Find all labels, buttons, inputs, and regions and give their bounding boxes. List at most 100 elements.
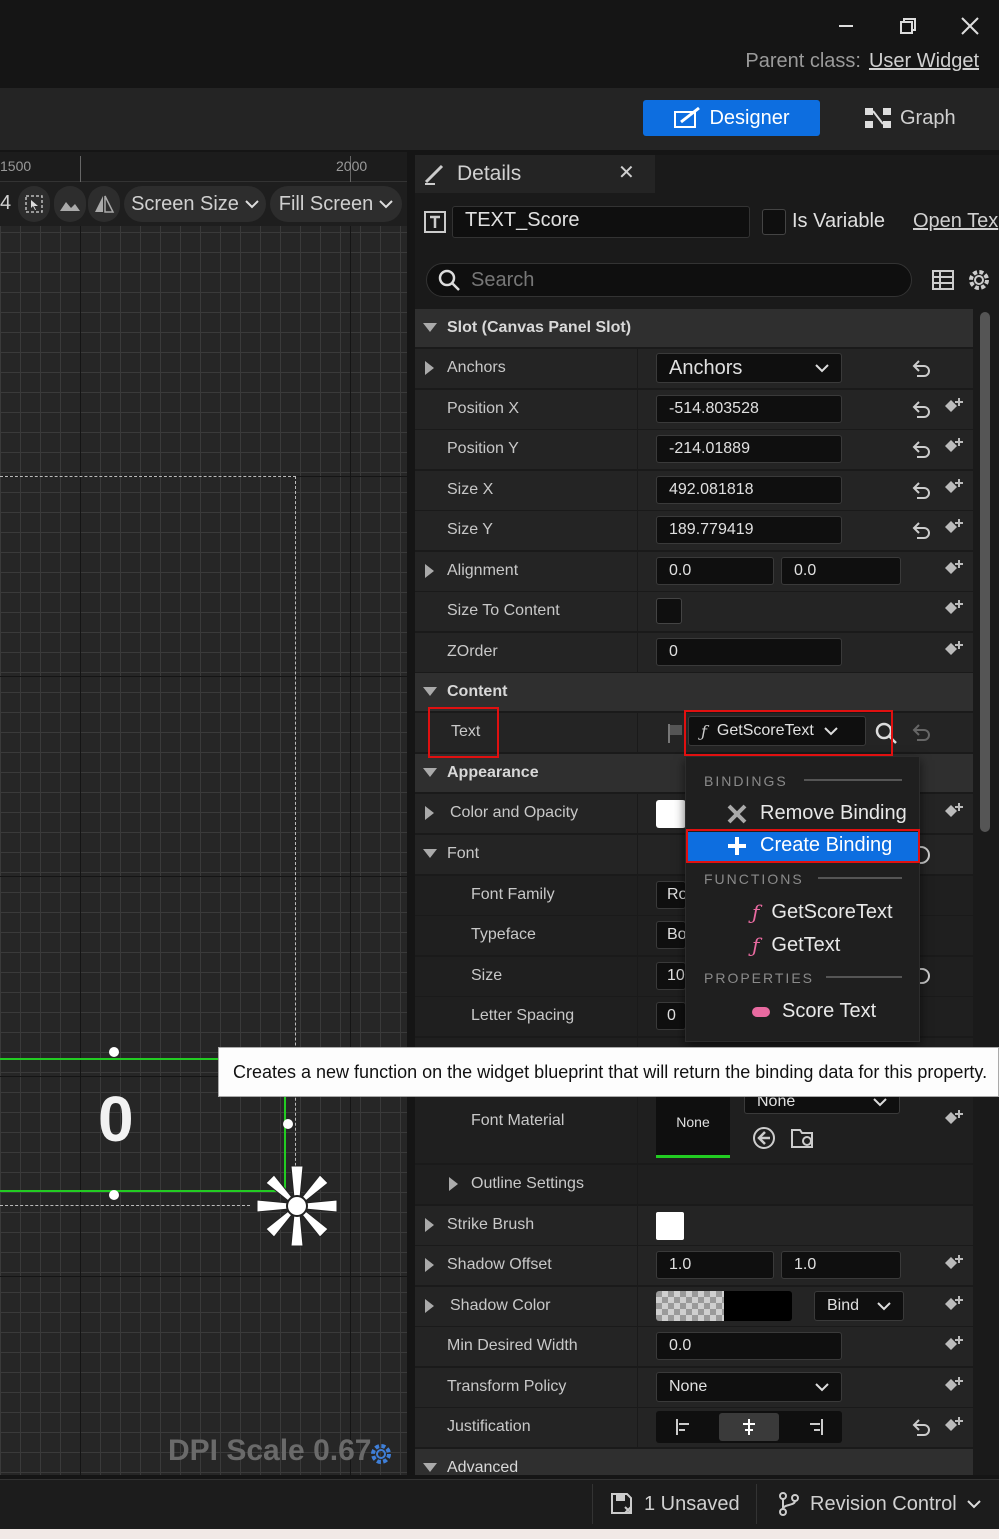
expand-arrow-icon[interactable] <box>425 361 434 375</box>
shadow-color-bind-button[interactable]: Bind <box>814 1291 904 1321</box>
alignment-x-input[interactable]: 0.0 <box>656 557 774 585</box>
parent-class-link[interactable]: User Widget <box>869 50 979 72</box>
keyframe-diamond-icon[interactable] <box>941 436 965 460</box>
resize-handle-top[interactable] <box>109 1047 119 1057</box>
position-x-input[interactable]: -514.803528 <box>656 395 842 423</box>
expand-arrow-icon[interactable] <box>425 1299 434 1313</box>
expand-arrow-icon[interactable] <box>425 806 434 820</box>
keyframe-diamond-icon[interactable] <box>941 1375 965 1399</box>
details-close-button[interactable]: ✕ <box>618 160 638 186</box>
background-image-button[interactable] <box>54 186 86 222</box>
keyframe-diamond-icon[interactable] <box>941 1253 965 1277</box>
fill-screen-label: Fill Screen <box>278 192 374 215</box>
size-to-content-checkbox[interactable] <box>656 598 682 624</box>
reset-arrow-icon[interactable] <box>910 480 932 502</box>
fill-screen-dropdown[interactable]: Fill Screen <box>270 186 402 222</box>
keyframe-diamond-icon[interactable] <box>941 558 965 582</box>
justify-center-button[interactable] <box>719 1413 779 1441</box>
function-item[interactable]: ƒ GetText <box>752 933 840 957</box>
expand-arrow-icon[interactable] <box>425 1258 434 1272</box>
justify-left-button[interactable] <box>664 1414 704 1440</box>
reset-arrow-icon[interactable] <box>910 439 932 461</box>
size-y-input[interactable]: 189.779419 <box>656 516 842 544</box>
screen-size-dropdown[interactable]: Screen Size <box>124 186 266 222</box>
zoom-fragment[interactable]: 4 <box>0 192 11 215</box>
letter-spacing-input[interactable]: 0 <box>656 1002 686 1030</box>
remove-binding-item[interactable]: Remove Binding <box>726 802 907 825</box>
widget-name-input[interactable]: TEXT_Score <box>452 206 750 238</box>
keyframe-diamond-icon[interactable] <box>941 1334 965 1358</box>
function-item[interactable]: ƒ GetScoreText <box>752 900 893 924</box>
score-text-widget[interactable]: 0 <box>98 1082 134 1156</box>
font-material-thumbnail[interactable]: None <box>656 1088 730 1158</box>
keyframe-diamond-icon[interactable] <box>941 639 965 663</box>
expand-arrow-icon[interactable] <box>425 564 434 578</box>
expand-arrow-icon[interactable] <box>449 1177 458 1191</box>
minimize-button[interactable] <box>826 8 866 44</box>
color-swatch[interactable] <box>656 800 686 828</box>
is-variable-checkbox[interactable] <box>762 209 786 235</box>
min-desired-width-input[interactable]: 0.0 <box>656 1332 842 1360</box>
collapse-arrow-icon[interactable] <box>423 849 437 858</box>
shadow-offset-y-input[interactable]: 1.0 <box>781 1251 901 1279</box>
section-slot[interactable]: Slot (Canvas Panel Slot) <box>415 309 973 347</box>
flip-button[interactable] <box>88 186 120 222</box>
keyframe-diamond-icon[interactable] <box>941 396 965 420</box>
font-size-input[interactable]: 10 <box>656 962 686 990</box>
browse-folder-icon[interactable] <box>790 1126 816 1150</box>
shadow-color-swatch[interactable] <box>656 1291 792 1321</box>
table-view-icon[interactable] <box>931 268 955 292</box>
keyframe-diamond-icon[interactable] <box>941 1108 965 1132</box>
zorder-input[interactable]: 0 <box>656 638 842 666</box>
designer-mode-button[interactable]: Designer <box>643 100 820 136</box>
settings-gear-icon[interactable] <box>966 267 992 293</box>
font-family-dropdown[interactable]: Ro <box>656 881 686 909</box>
close-window-button[interactable] <box>950 8 990 44</box>
strike-brush-swatch[interactable] <box>656 1212 684 1240</box>
use-selected-arrow-icon[interactable] <box>752 1126 776 1150</box>
alignment-y-input[interactable]: 0.0 <box>781 557 901 585</box>
position-y-input[interactable]: -214.01889 <box>656 435 842 463</box>
select-mode-button[interactable] <box>18 186 50 222</box>
reset-arrow-icon[interactable] <box>910 399 932 421</box>
collapse-arrow-icon <box>423 687 437 696</box>
graph-mode-button[interactable]: Graph <box>864 100 974 136</box>
shadow-offset-x-input[interactable]: 1.0 <box>656 1251 774 1279</box>
save-disk-icon <box>611 1493 632 1514</box>
reset-arrow-icon[interactable] <box>910 722 932 744</box>
reset-arrow-icon[interactable] <box>910 520 932 542</box>
bindings-header: BINDINGS <box>704 773 788 789</box>
revision-control-button[interactable]: Revision Control <box>778 1479 981 1529</box>
reset-arrow-icon[interactable] <box>910 358 932 380</box>
transform-policy-dropdown[interactable]: None <box>656 1372 842 1402</box>
property-item[interactable]: Score Text <box>752 1000 876 1023</box>
open-text-link[interactable]: Open Tex <box>913 210 998 233</box>
mirror-icon <box>95 195 115 213</box>
keyframe-diamond-icon[interactable] <box>941 1415 965 1439</box>
size-x-input[interactable]: 492.081818 <box>656 476 842 504</box>
gear-icon[interactable] <box>368 1441 394 1467</box>
details-title: Details <box>457 162 522 185</box>
justify-right-button[interactable] <box>795 1414 835 1440</box>
designer-viewport[interactable] <box>0 152 407 1475</box>
typeface-dropdown[interactable]: Bo <box>656 921 686 949</box>
keyframe-diamond-icon[interactable] <box>941 477 965 501</box>
resize-handle-bottom[interactable] <box>109 1190 119 1200</box>
details-search-input[interactable]: Search <box>426 263 912 297</box>
collapse-arrow-icon <box>423 1463 437 1472</box>
details-scrollbar[interactable] <box>980 312 990 832</box>
keyframe-diamond-icon[interactable] <box>941 1294 965 1318</box>
localization-flag-icon[interactable] <box>666 722 684 744</box>
unsaved-button[interactable]: 1 Unsaved <box>610 1479 740 1529</box>
expand-arrow-icon[interactable] <box>425 1218 434 1232</box>
restore-button[interactable] <box>888 8 928 44</box>
anchors-dropdown[interactable]: Anchors <box>656 353 842 383</box>
keyframe-diamond-icon[interactable] <box>941 517 965 541</box>
reset-arrow-icon[interactable] <box>910 1417 932 1439</box>
resize-handle-right[interactable] <box>283 1119 293 1129</box>
keyframe-diamond-icon[interactable] <box>941 801 965 825</box>
keyframe-diamond-icon[interactable] <box>941 598 965 622</box>
anchor-medallion-icon[interactable] <box>249 1158 345 1254</box>
section-advanced[interactable]: Advanced <box>415 1449 973 1475</box>
section-content[interactable]: Content <box>415 673 973 711</box>
